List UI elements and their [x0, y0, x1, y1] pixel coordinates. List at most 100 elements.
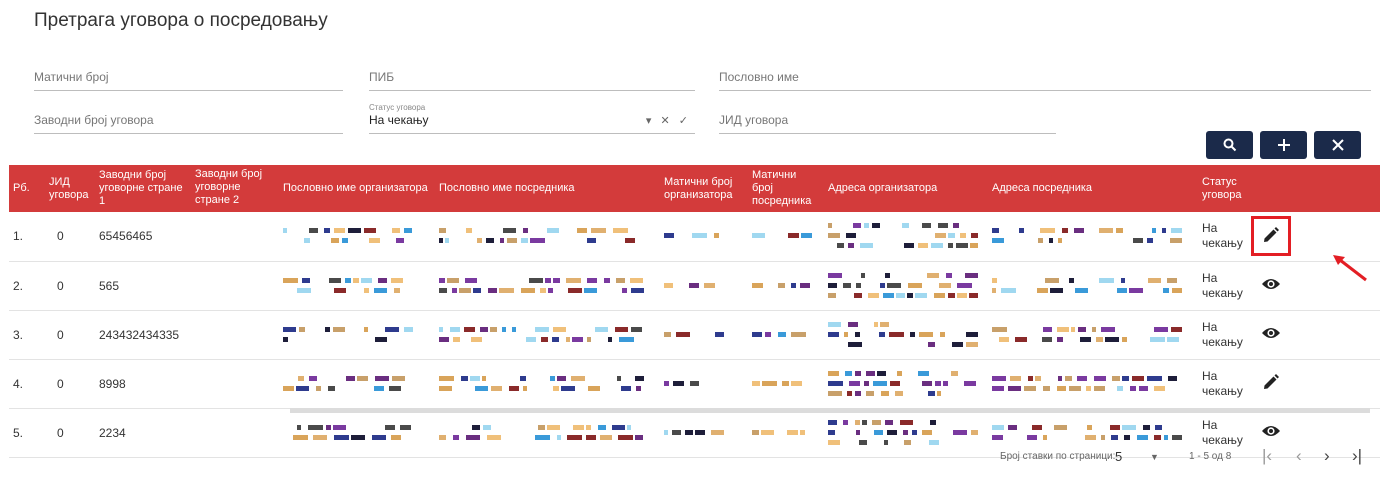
- row-maticni-posrednika: [748, 359, 824, 408]
- status-controls[interactable]: ▾ ✕ ✓: [646, 114, 691, 127]
- view-button[interactable]: [1254, 269, 1288, 303]
- header-zavodni-1[interactable]: Заводни број уговорне стране 1: [95, 165, 191, 212]
- zavodni-broj-field[interactable]: Заводни број уговора: [34, 108, 343, 134]
- table-row[interactable]: 3. 0 243432434335 На чекању: [9, 310, 1380, 359]
- row-adresa-posrednika: [988, 359, 1198, 408]
- last-page-icon[interactable]: ›|: [1352, 446, 1362, 466]
- page-size-select[interactable]: 5: [1115, 449, 1122, 464]
- redacted-content: [664, 233, 719, 239]
- row-maticni-organizatora: [660, 310, 748, 359]
- jid-placeholder: ЈИД уговора: [719, 113, 789, 127]
- first-page-icon[interactable]: |‹: [1262, 446, 1272, 466]
- previous-page-icon[interactable]: ‹: [1296, 446, 1302, 466]
- maticni-broj-field[interactable]: Матични број: [34, 68, 343, 91]
- redacted-content: [283, 228, 412, 244]
- row-zavodni-1: 8998: [99, 376, 126, 391]
- row-adresa-organizatora: [824, 310, 988, 359]
- row-maticni-organizatora: [660, 212, 748, 261]
- next-page-icon[interactable]: ›: [1324, 446, 1330, 466]
- eye-icon: [1261, 277, 1281, 294]
- row-zavodni-2: [191, 359, 279, 408]
- pib-placeholder: ПИБ: [369, 70, 395, 84]
- view-button[interactable]: [1254, 416, 1288, 450]
- redacted-content: [439, 424, 643, 440]
- redacted-content: [439, 277, 644, 293]
- table-row[interactable]: 2. 0 565 На чекању: [9, 261, 1380, 310]
- table-header-row: Рб. ЈИД уговора Заводни број уговорне ст…: [9, 165, 1380, 212]
- header-maticni-organizatora[interactable]: Матични број организатора: [660, 165, 748, 212]
- row-zavodni-2: [191, 212, 279, 261]
- poslovno-ime-field[interactable]: Пословно име: [719, 68, 1371, 91]
- header-poslovno-ime-organizatora[interactable]: Пословно име организатора: [279, 165, 435, 212]
- row-maticni-posrednika: [748, 310, 824, 359]
- redacted-content: [664, 380, 699, 386]
- page-size-dropdown-icon[interactable]: ▼: [1150, 452, 1159, 462]
- pib-field[interactable]: ПИБ: [369, 68, 695, 91]
- eye-icon: [1261, 326, 1281, 343]
- row-adresa-posrednika: [988, 261, 1198, 310]
- table-row[interactable]: 5. 0 2234 На чекању: [9, 408, 1380, 457]
- row-adresa-posrednika: [988, 310, 1198, 359]
- table-row[interactable]: 1. 0 65456465 На чекању: [9, 212, 1380, 261]
- row-adresa-organizatora: [824, 359, 988, 408]
- clear-button[interactable]: [1314, 131, 1361, 159]
- page-title: Претрага уговора о посредовању: [34, 10, 328, 31]
- row-poslovno-ime-posrednika: [435, 212, 660, 261]
- row-jid: 0: [57, 376, 64, 391]
- row-number: 1.: [13, 229, 24, 244]
- header-poslovno-ime-posrednika[interactable]: Пословно име посредника: [435, 165, 660, 212]
- row-jid: 0: [57, 229, 64, 244]
- header-actions: [1250, 165, 1380, 212]
- row-zavodni-1: 565: [99, 278, 120, 293]
- header-rb[interactable]: Рб.: [9, 165, 45, 212]
- status-text: На чекању: [1202, 270, 1243, 300]
- maticni-broj-placeholder: Матични број: [34, 70, 109, 84]
- row-adresa-organizatora: [824, 212, 988, 261]
- redacted-content: [752, 282, 810, 288]
- redacted-content: [283, 277, 403, 293]
- row-number: 4.: [13, 376, 24, 391]
- row-number: 5.: [13, 425, 24, 440]
- status-text: На чекању: [1202, 221, 1243, 251]
- header-jid[interactable]: ЈИД уговора: [45, 165, 95, 212]
- status-select[interactable]: Статус уговора На чекању ▾ ✕ ✓: [369, 103, 695, 134]
- jid-field[interactable]: ЈИД уговора: [719, 108, 1056, 134]
- redacted-content: [828, 223, 978, 249]
- header-maticni-posrednika[interactable]: Матични број посредника: [748, 165, 824, 212]
- row-adresa-posrednika: [988, 408, 1198, 457]
- horizontal-scrollbar[interactable]: [290, 408, 1370, 413]
- table-row[interactable]: 4. 0 8998 На чекању: [9, 359, 1380, 408]
- results-table: Рб. ЈИД уговора Заводни број уговорне ст…: [9, 165, 1380, 458]
- poslovno-ime-placeholder: Пословно име: [719, 70, 799, 84]
- redacted-content: [439, 228, 635, 244]
- redacted-content: [439, 326, 642, 342]
- row-jid: 0: [57, 327, 64, 342]
- row-poslovno-ime-posrednika: [435, 359, 660, 408]
- row-poslovno-ime-posrednika: [435, 310, 660, 359]
- edit-icon: [1262, 226, 1280, 247]
- redacted-content: [828, 419, 978, 445]
- add-button[interactable]: [1260, 131, 1307, 159]
- header-adresa-organizatora[interactable]: Адреса организатора: [824, 165, 988, 212]
- redacted-content: [752, 331, 806, 337]
- row-maticni-posrednika: [748, 261, 824, 310]
- row-maticni-organizatora: [660, 408, 748, 457]
- redacted-content: [992, 375, 1177, 391]
- edit-button[interactable]: [1251, 216, 1291, 257]
- row-number: 3.: [13, 327, 24, 342]
- edit-icon: [1262, 373, 1280, 394]
- header-adresa-posrednika[interactable]: Адреса посредника: [988, 165, 1198, 212]
- view-button[interactable]: [1254, 318, 1288, 352]
- row-maticni-organizatora: [660, 261, 748, 310]
- search-button[interactable]: [1206, 131, 1253, 159]
- row-maticni-posrednika: [748, 212, 824, 261]
- row-jid: 0: [57, 425, 64, 440]
- redacted-content: [992, 326, 1182, 342]
- row-status: На чекању: [1198, 359, 1250, 408]
- header-status[interactable]: Статус уговора: [1198, 165, 1250, 212]
- edit-button[interactable]: [1254, 367, 1288, 401]
- header-zavodni-2[interactable]: Заводни број уговорне стране 2: [191, 165, 279, 212]
- row-status: На чекању: [1198, 408, 1250, 457]
- row-number: 2.: [13, 278, 24, 293]
- status-value: На чекању: [369, 113, 429, 127]
